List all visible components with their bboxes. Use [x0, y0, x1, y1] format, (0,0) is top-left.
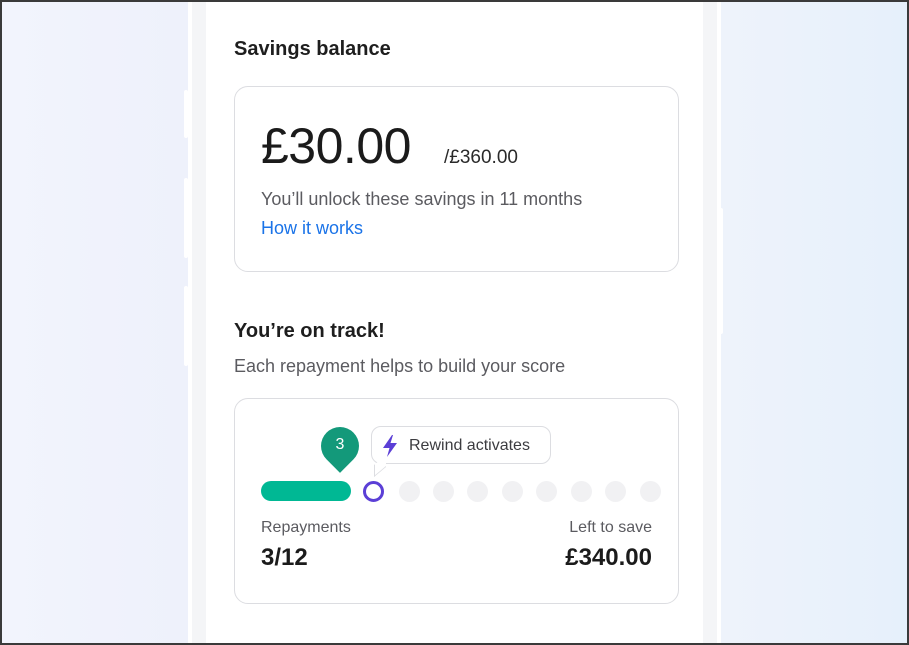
- progress-step-dot: [399, 481, 420, 502]
- progress-marker-number: 3: [335, 436, 345, 453]
- progress-step-dot: [571, 481, 592, 502]
- progress-step-dot: [640, 481, 661, 502]
- unlock-text: You’ll unlock these savings in 11 months: [261, 189, 583, 209]
- lightning-bolt-icon: [383, 435, 397, 457]
- repayments-label: Repayments: [261, 519, 351, 536]
- tooltip-tail: [374, 454, 386, 478]
- progress-bar-fill: [261, 481, 351, 501]
- savings-amount: £30.00: [261, 118, 411, 174]
- savings-balance-title: Savings balance: [234, 38, 391, 60]
- device-bezel-left: [188, 2, 206, 643]
- savings-total: /£360.00: [444, 147, 518, 168]
- rewind-tooltip: Rewind activates: [371, 426, 551, 478]
- repayments-card: 3 Rewind activates Repayments 3/12 Left …: [234, 398, 679, 604]
- progress-step-dot: [467, 481, 488, 502]
- progress-step-dot: [433, 481, 454, 502]
- progress-step-dot: [605, 481, 626, 502]
- side-button: [184, 178, 188, 258]
- savings-balance-card: £30.00 /£360.00 You’ll unlock these savi…: [234, 86, 679, 272]
- repayments-value: 3/12: [261, 544, 308, 571]
- progress-step-dot: [536, 481, 557, 502]
- side-button: [184, 90, 188, 138]
- progress-step-dot: [502, 481, 523, 502]
- how-it-works-link[interactable]: How it works: [261, 218, 363, 239]
- tooltip-text: Rewind activates: [409, 437, 530, 454]
- phone-screen: Savings balance £30.00 /£360.00 You’ll u…: [206, 2, 703, 643]
- on-track-subtitle: Each repayment helps to build your score: [234, 356, 566, 376]
- left-to-save-label: Left to save: [569, 519, 652, 536]
- app-frame: Savings balance £30.00 /£360.00 You’ll u…: [2, 2, 907, 643]
- side-button: [719, 208, 723, 334]
- on-track-title: You’re on track!: [234, 320, 385, 342]
- current-step-ring: [363, 481, 384, 502]
- side-button: [184, 286, 188, 366]
- left-to-save-value: £340.00: [565, 544, 652, 571]
